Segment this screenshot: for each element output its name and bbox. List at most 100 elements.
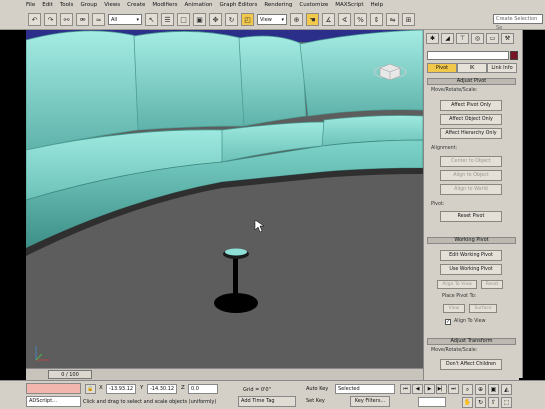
named-selection-sets-field[interactable]: Create Selection Se: [493, 14, 543, 31]
percent-snap-icon[interactable]: %: [354, 13, 367, 26]
reset-pivot-button[interactable]: Reset Pivot: [440, 211, 502, 222]
go-to-end-icon[interactable]: ⏭: [448, 384, 459, 394]
adjust-transform-rollout-header[interactable]: Adjust Transform: [427, 338, 516, 345]
auto-key-button[interactable]: Auto Key: [306, 384, 332, 394]
menu-customize[interactable]: Customize: [299, 2, 328, 8]
edit-working-pivot-button[interactable]: Edit Working Pivot: [440, 250, 502, 261]
menu-graph-editors[interactable]: Graph Editors: [220, 2, 258, 8]
y-coordinate-field[interactable]: -14.30.12: [147, 384, 177, 394]
zoom-extents-icon[interactable]: ▣: [488, 384, 499, 395]
reset-button[interactable]: Reset: [481, 280, 503, 289]
select-and-scale-icon[interactable]: ◰: [241, 13, 254, 26]
menu-help[interactable]: Help: [371, 2, 384, 8]
selection-filter-value: All: [111, 16, 118, 23]
time-slider[interactable]: 0 / 100: [26, 368, 423, 380]
hierarchy-icon[interactable]: ⊤: [456, 33, 469, 44]
rectangular-selection-icon[interactable]: □: [177, 13, 190, 26]
lock-selection-icon[interactable]: 🔒: [85, 384, 96, 394]
utilities-icon[interactable]: ⚒: [501, 33, 514, 44]
view-button[interactable]: View: [443, 304, 465, 313]
menu-group[interactable]: Group: [80, 2, 97, 8]
time-slider-thumb[interactable]: 0 / 100: [48, 370, 92, 379]
select-and-link-icon[interactable]: ⚯: [60, 13, 73, 26]
field-of-view-icon[interactable]: ◭: [501, 384, 512, 395]
menu-file[interactable]: File: [26, 2, 35, 8]
place-pivot-to-label: Place Pivot To:: [442, 294, 477, 299]
affect-object-only-button[interactable]: Affect Object Only: [440, 114, 502, 125]
unlink-icon[interactable]: ⚮: [76, 13, 89, 26]
tab-pivot[interactable]: Pivot: [427, 63, 457, 73]
dont-affect-children-button[interactable]: Don't Affect Children: [440, 359, 502, 370]
angle-snap-icon[interactable]: ∢: [338, 13, 351, 26]
y-label: Y: [140, 385, 144, 391]
menu-create[interactable]: Create: [127, 2, 145, 8]
snaps-toggle-icon[interactable]: ∡: [322, 13, 335, 26]
align-to-view-button[interactable]: Align To View: [437, 280, 477, 289]
align-to-world-button[interactable]: Align to World: [440, 184, 502, 195]
maximize-viewport-icon[interactable]: ⬚: [501, 397, 512, 408]
select-manipulate-icon[interactable]: ☚: [306, 13, 319, 26]
surface-button[interactable]: Surface: [469, 304, 497, 313]
orbit-icon[interactable]: ↻: [475, 397, 486, 408]
tab-link-info[interactable]: Link Info: [487, 63, 517, 73]
menu-edit[interactable]: Edit: [42, 2, 53, 8]
use-working-pivot-button[interactable]: Use Working Pivot: [440, 264, 502, 275]
modify-icon[interactable]: ◢: [441, 33, 454, 44]
redo-icon[interactable]: ↷: [44, 13, 57, 26]
current-frame-field[interactable]: [418, 397, 446, 407]
align-icon[interactable]: ⊞: [402, 13, 415, 26]
center-to-object-button[interactable]: Center to Object: [440, 156, 502, 167]
previous-frame-icon[interactable]: ◀: [412, 384, 423, 394]
create-icon[interactable]: ✱: [426, 33, 439, 44]
undo-icon[interactable]: ↶: [28, 13, 41, 26]
key-filters-button[interactable]: Key Filters...: [350, 396, 390, 407]
walk-through-icon[interactable]: ⇧: [488, 397, 499, 408]
menu-views[interactable]: Views: [104, 2, 120, 8]
menu-rendering[interactable]: Rendering: [264, 2, 292, 8]
working-pivot-rollout-header[interactable]: Working Pivot: [427, 237, 516, 244]
menu-maxscript[interactable]: MAXScript: [335, 2, 363, 8]
align-to-view-checkbox[interactable]: ✓: [445, 319, 451, 325]
zoom-all-icon[interactable]: ⊕: [475, 384, 486, 395]
display-icon[interactable]: ▭: [486, 33, 499, 44]
key-mode-selected-dropdown[interactable]: Selected: [335, 384, 395, 394]
x-coordinate-field[interactable]: -13.93.12: [106, 384, 136, 394]
perspective-viewport[interactable]: [26, 30, 423, 368]
select-object-icon[interactable]: ↖: [145, 13, 158, 26]
menu-tools[interactable]: Tools: [60, 2, 74, 8]
play-icon[interactable]: ▶: [424, 384, 435, 394]
motion-icon[interactable]: ◎: [471, 33, 484, 44]
select-and-move-icon[interactable]: ✥: [209, 13, 222, 26]
adjust-pivot-rollout-header[interactable]: Adjust Pivot: [427, 78, 516, 85]
window-crossing-icon[interactable]: ▣: [193, 13, 206, 26]
align-to-object-button[interactable]: Align to Object: [440, 170, 502, 181]
mirror-icon[interactable]: ⇋: [386, 13, 399, 26]
bind-to-space-warp-icon[interactable]: ≈: [92, 13, 105, 26]
select-and-rotate-icon[interactable]: ↻: [225, 13, 238, 26]
affect-pivot-only-button[interactable]: Affect Pivot Only: [440, 100, 502, 111]
select-by-name-icon[interactable]: ☰: [161, 13, 174, 26]
zoom-icon[interactable]: ⌕: [462, 384, 473, 395]
command-panel-scrollbar[interactable]: [519, 30, 523, 378]
pan-icon[interactable]: ✋: [462, 397, 473, 408]
object-color-swatch[interactable]: [510, 51, 518, 60]
maxscript-input[interactable]: ADScrlipt...: [26, 396, 81, 407]
z-coordinate-field[interactable]: 0.0: [188, 384, 218, 394]
go-to-start-icon[interactable]: ⏮: [400, 384, 411, 394]
right-border: [519, 30, 545, 380]
next-frame-icon[interactable]: ▶▏: [436, 384, 447, 394]
set-key-button[interactable]: Set Key: [306, 396, 332, 407]
pivot-point-center-icon[interactable]: ⊕: [290, 13, 303, 26]
reference-coord-dropdown[interactable]: View ▾: [257, 14, 287, 25]
menu-animation[interactable]: Animation: [185, 2, 213, 8]
add-time-tag-button[interactable]: Add Time Tag: [238, 396, 296, 407]
object-name-field[interactable]: [427, 51, 509, 60]
sofa-back-cushion-left: [26, 30, 139, 151]
tab-ik[interactable]: IK: [457, 63, 487, 73]
affect-hierarchy-only-button[interactable]: Affect Hierarchy Only: [440, 128, 502, 139]
spinner-snap-icon[interactable]: ⇕: [370, 13, 383, 26]
menu-modifiers[interactable]: Modifiers: [152, 2, 177, 8]
hierarchy-tabs: Pivot IK Link Info: [427, 63, 517, 73]
maxscript-listener-mini[interactable]: [26, 383, 81, 394]
selection-filter-dropdown[interactable]: All ▾: [108, 14, 142, 25]
